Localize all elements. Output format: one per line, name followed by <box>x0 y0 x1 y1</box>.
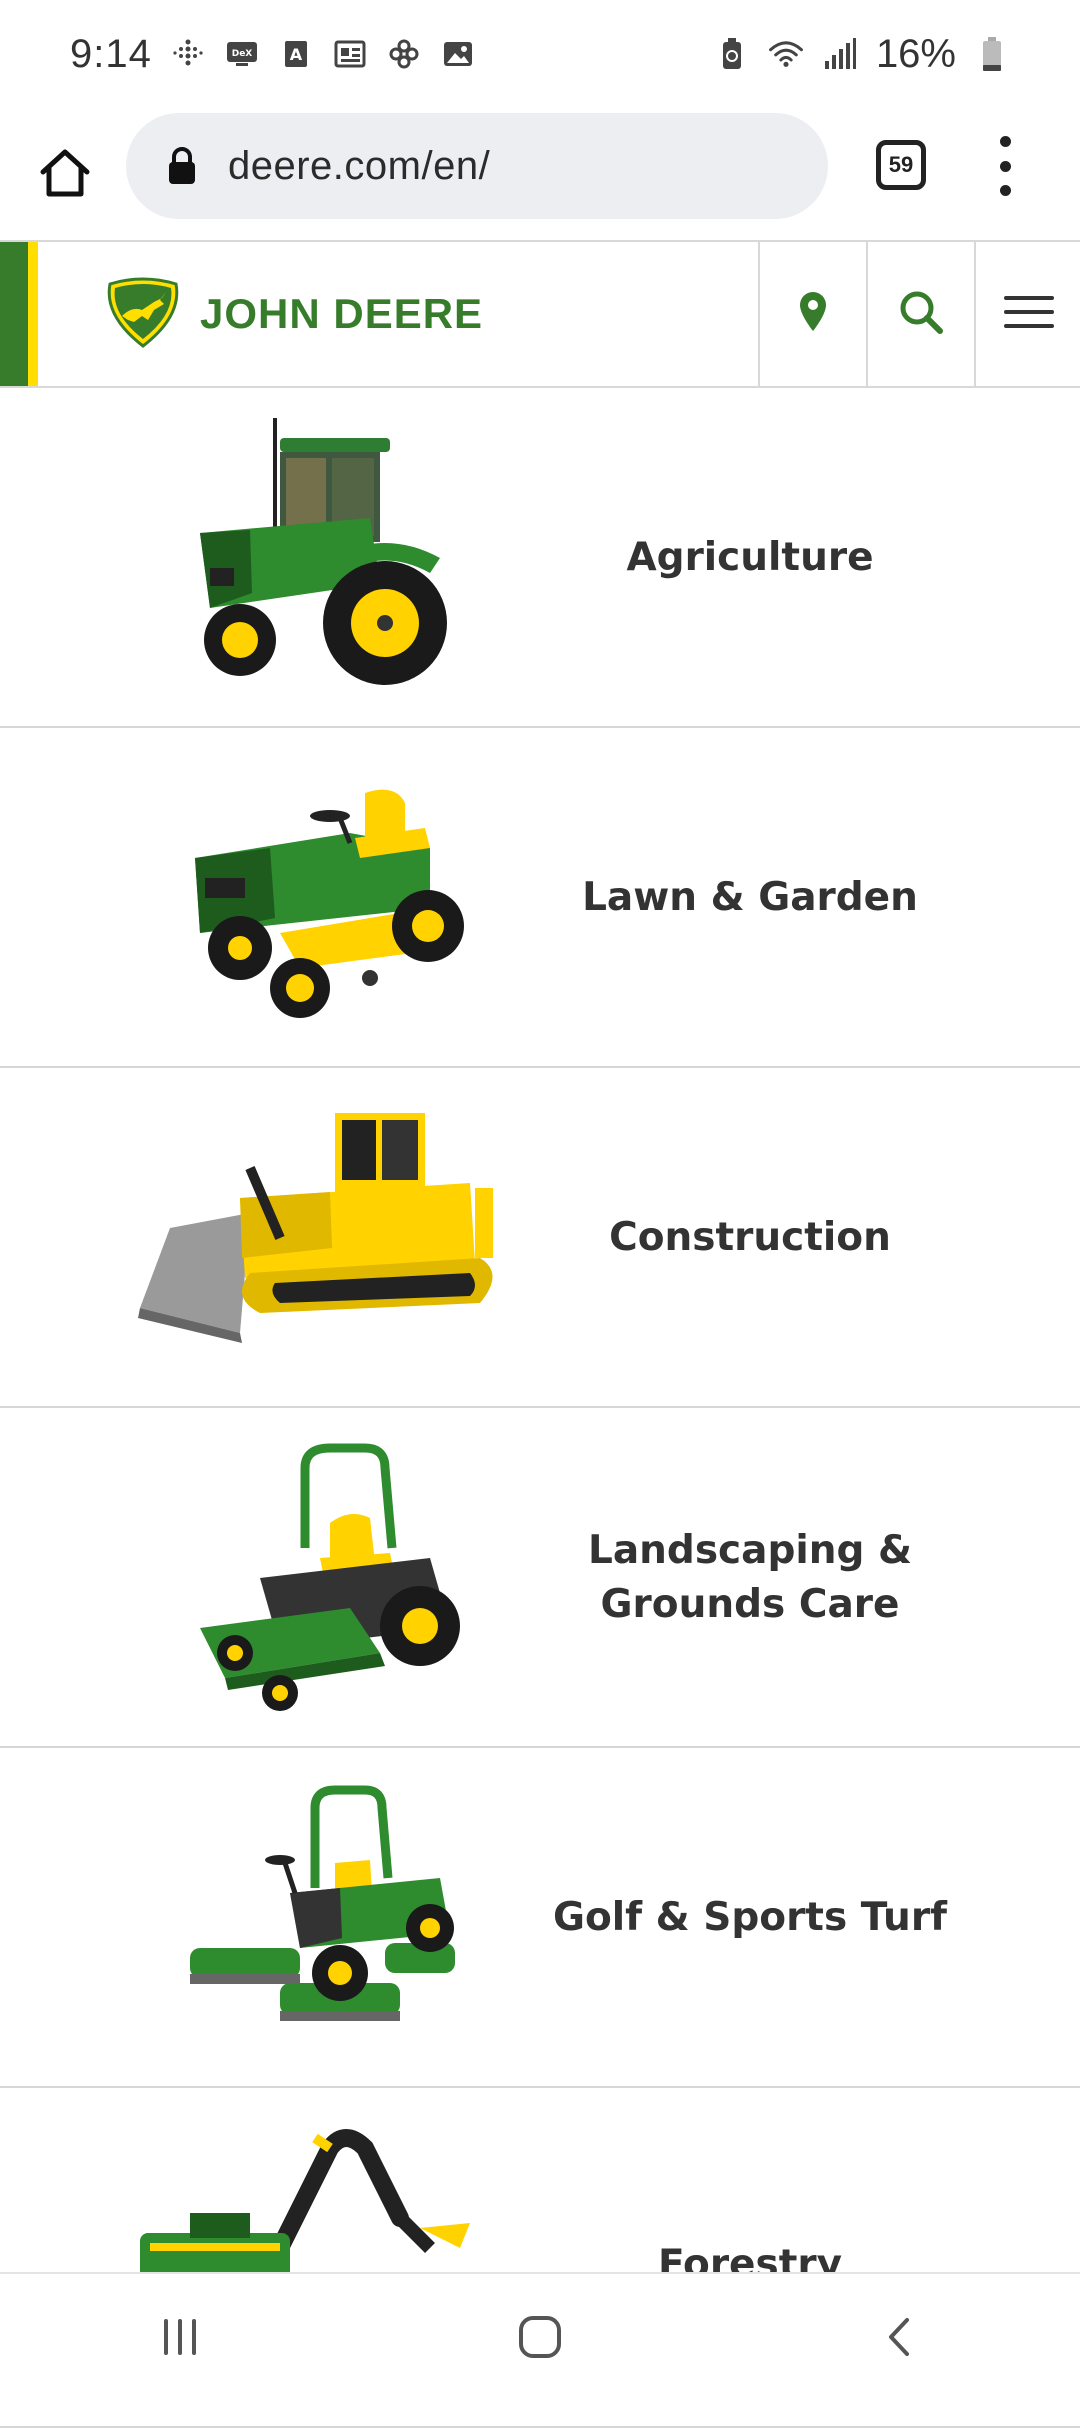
search-button[interactable] <box>866 242 974 386</box>
fitness-icon <box>170 36 206 72</box>
overflow-menu-icon[interactable] <box>990 128 1020 204</box>
category-label: Lawn & Garden <box>582 875 918 920</box>
home-icon[interactable] <box>30 138 100 208</box>
reel-mower-image <box>130 1768 550 2068</box>
browser-toolbar: deere.com/en/ 59 <box>0 108 1080 240</box>
search-icon <box>897 288 945 341</box>
category-label: Landscaping & Grounds Care <box>587 1528 913 1627</box>
hamburger-menu-button[interactable] <box>974 242 1080 386</box>
location-pin-icon <box>798 291 828 338</box>
bulldozer-image <box>130 1088 550 1388</box>
dex-icon: DeX <box>224 36 260 72</box>
a-icon: A <box>278 36 314 72</box>
brand-stripe-green <box>0 242 28 386</box>
url-text: deere.com/en/ <box>228 143 491 188</box>
tab-switcher-button[interactable]: 59 <box>876 140 926 190</box>
john-deere-logo-icon[interactable] <box>104 276 182 348</box>
hamburger-icon <box>1004 294 1054 335</box>
category-landscaping-grounds-care[interactable]: Landscaping & Grounds Care <box>0 1408 1080 1748</box>
home-nav-icon[interactable] <box>480 2287 600 2387</box>
category-list: Agriculture Lawn & Garden Construction L… <box>0 388 1080 2428</box>
category-golf-sports-turf[interactable]: Golf & Sports Turf <box>0 1748 1080 2088</box>
battery-percent: 16% <box>875 31 956 76</box>
brand-wordmark[interactable]: JOHN DEERE <box>200 290 483 338</box>
tractor-image <box>130 408 550 708</box>
pinwheel-icon <box>386 36 422 72</box>
system-navigation-bar <box>0 2272 1080 2400</box>
recents-icon[interactable] <box>120 2287 240 2387</box>
battery-saver-icon <box>714 36 750 72</box>
status-bar: 9:14 DeX A 16% <box>0 0 1080 108</box>
riding-mower-image <box>130 748 550 1048</box>
category-label: Agriculture <box>626 535 874 580</box>
gallery-icon <box>440 36 476 72</box>
site-header: JOHN DEERE <box>0 240 1080 388</box>
status-time: 9:14 <box>70 31 152 76</box>
address-bar[interactable]: deere.com/en/ <box>126 113 828 219</box>
category-construction[interactable]: Construction <box>0 1068 1080 1408</box>
wifi-icon <box>768 36 804 72</box>
category-lawn-garden[interactable]: Lawn & Garden <box>0 728 1080 1068</box>
battery-icon <box>974 36 1010 72</box>
signal-icon <box>822 36 858 72</box>
dealer-locator-button[interactable] <box>758 242 866 386</box>
category-label: Construction <box>609 1215 891 1260</box>
back-icon[interactable] <box>840 2287 960 2387</box>
brand-stripe-yellow <box>28 242 38 386</box>
lock-icon <box>162 144 202 188</box>
svg-text:DeX: DeX <box>232 49 253 59</box>
news-icon <box>332 36 368 72</box>
category-label: Golf & Sports Turf <box>552 1895 948 1940</box>
zero-turn-mower-image <box>130 1428 550 1728</box>
category-agriculture[interactable]: Agriculture <box>0 388 1080 728</box>
svg-text:A: A <box>290 45 303 64</box>
